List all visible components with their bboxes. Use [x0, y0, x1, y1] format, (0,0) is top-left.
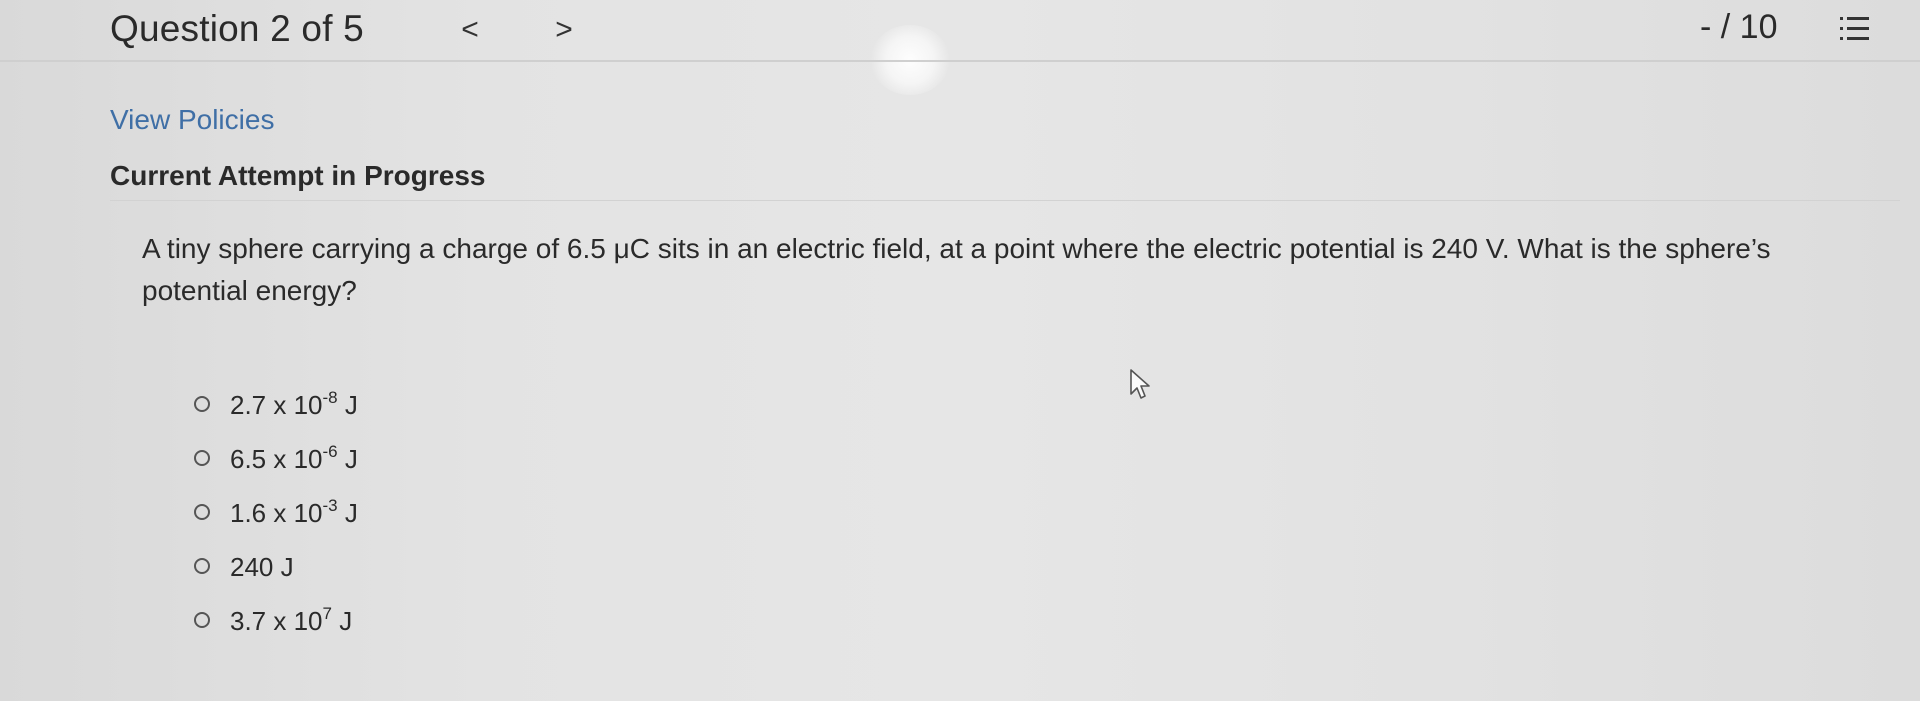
- answer-option[interactable]: 6.5 x 10-6 J: [194, 431, 358, 485]
- score-display: - / 10: [1700, 8, 1778, 46]
- answer-option[interactable]: 2.7 x 10-8 J: [194, 377, 358, 431]
- answer-option-label: 6.5 x 10-6 J: [230, 441, 358, 474]
- answer-option[interactable]: 3.7 x 107 J: [194, 593, 358, 647]
- content-divider: [110, 200, 1900, 201]
- answer-option-label: 240 J: [230, 551, 294, 582]
- mouse-pointer-icon: [1130, 369, 1150, 399]
- list-icon[interactable]: [1838, 12, 1872, 46]
- answer-option-label: 3.7 x 107 J: [230, 603, 353, 636]
- header-divider: [0, 60, 1920, 62]
- attempt-status: Current Attempt in Progress: [110, 160, 486, 191]
- radio-button-icon[interactable]: [194, 450, 210, 466]
- previous-question-button[interactable]: <: [452, 10, 488, 50]
- radio-button-icon[interactable]: [194, 558, 210, 574]
- answer-option-label: 1.6 x 10-3 J: [230, 495, 358, 528]
- radio-button-icon[interactable]: [194, 504, 210, 520]
- radio-button-icon[interactable]: [194, 612, 210, 628]
- question-text: A tiny sphere carrying a charge of 6.5 μ…: [142, 233, 1771, 306]
- answer-option-label: 2.7 x 10-8 J: [230, 387, 358, 420]
- question-counter: Question 2 of 5: [110, 8, 364, 49]
- answer-option[interactable]: 1.6 x 10-3 J: [194, 485, 358, 539]
- answer-option[interactable]: 240 J: [194, 539, 358, 593]
- radio-button-icon[interactable]: [194, 396, 210, 412]
- question-header: Question 2 of 5 < > - / 10: [0, 0, 1920, 60]
- next-question-button[interactable]: >: [546, 10, 582, 50]
- answer-options: 2.7 x 10-8 J 6.5 x 10-6 J 1.6 x 10-3 J 2…: [194, 377, 358, 647]
- view-policies-link[interactable]: View Policies: [110, 104, 274, 136]
